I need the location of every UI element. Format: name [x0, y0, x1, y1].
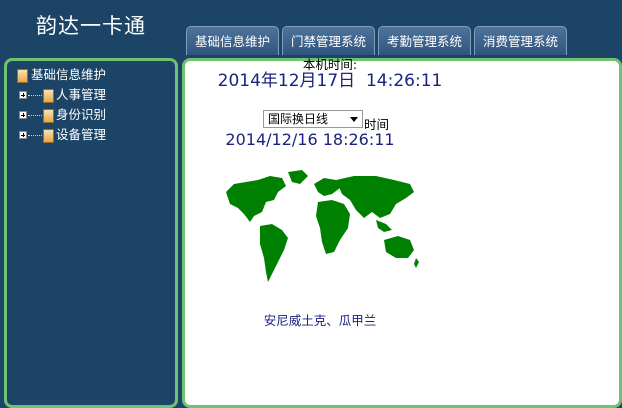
southeast-asia-shape — [376, 220, 392, 232]
folder-icon — [43, 89, 54, 103]
app-title: 韵达一卡通 — [36, 14, 146, 38]
south-america-shape — [260, 224, 288, 282]
expand-plus-icon[interactable] — [19, 91, 27, 99]
local-time-value: 2014年12月17日 14:26:11 — [217, 71, 443, 91]
world-map-image[interactable] — [220, 170, 420, 290]
tree-connector — [28, 135, 42, 136]
sidebar-panel: 基础信息维护 人事管理 身份识别 设备管理 — [4, 58, 178, 408]
top-tab-bar: 基础信息维护 门禁管理系统 考勤管理系统 消费管理系统 — [186, 26, 568, 55]
australia-shape — [384, 236, 414, 258]
greenland-shape — [288, 170, 308, 184]
tree-connector — [28, 115, 42, 116]
tab-access-control[interactable]: 门禁管理系统 — [282, 26, 376, 55]
tab-attendance[interactable]: 考勤管理系统 — [378, 26, 472, 55]
tab-basic-info[interactable]: 基础信息维护 — [186, 26, 280, 55]
tree-connector — [28, 95, 42, 96]
africa-shape — [316, 200, 350, 254]
folder-icon — [43, 129, 54, 143]
expand-plus-icon[interactable] — [19, 131, 27, 139]
new-zealand-shape — [414, 258, 419, 268]
europe-shape — [314, 178, 340, 196]
header-bar: 韵达一卡通 基础信息维护 门禁管理系统 考勤管理系统 消费管理系统 — [0, 0, 622, 55]
tree-item-label: 身份识别 — [56, 107, 107, 122]
tree-root-label: 基础信息维护 — [31, 67, 107, 82]
timezone-selected-value: 国际换日线 — [268, 112, 329, 126]
tree-item-label: 设备管理 — [56, 127, 107, 142]
tree-item-label: 人事管理 — [56, 87, 107, 102]
folder-open-icon — [17, 69, 28, 83]
tab-consumption[interactable]: 消费管理系统 — [474, 26, 568, 55]
expand-plus-icon[interactable] — [19, 111, 27, 119]
zone-time-value: 2014/12/16 18:26:11 — [225, 130, 395, 149]
dropdown-arrow-icon — [350, 117, 358, 122]
north-america-shape — [226, 176, 286, 222]
zone-city-label: 安尼威土克、瓜甲兰 — [263, 313, 377, 328]
timezone-select[interactable]: 国际换日线 — [263, 110, 363, 128]
folder-icon — [43, 109, 54, 123]
